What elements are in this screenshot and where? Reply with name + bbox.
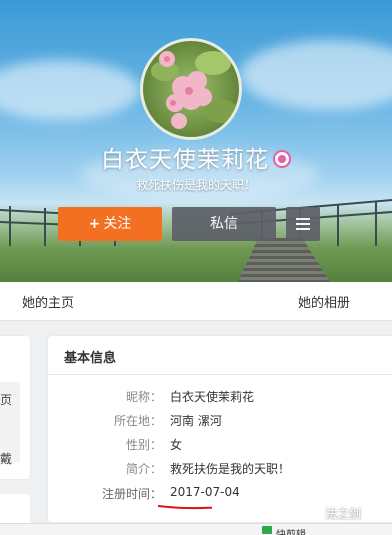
follow-label: 关注 [103, 216, 132, 232]
info-row-nickname: 昵称： 白衣天使茉莉花 [48, 388, 392, 408]
plus-icon: + [88, 216, 101, 232]
profile-motto: 救死扶伤是我的天职！ [135, 178, 256, 192]
tab-her-album[interactable]: 她的相册 [298, 292, 350, 311]
left-card-text: 戴 [0, 452, 13, 466]
info-value: 河南 漯河 [170, 414, 222, 428]
info-row-gender: 性别： 女 [48, 436, 392, 456]
basic-info-title: 基本信息 [64, 351, 117, 366]
nickname-text: 白衣天使茉莉花 [101, 147, 269, 173]
flower-avatar-image [151, 51, 237, 129]
message-button[interactable]: 私信 [172, 207, 276, 241]
info-label: 性别： [125, 438, 162, 452]
wechat-logo-icon [308, 505, 322, 519]
cloud-decoration [0, 60, 140, 120]
profile-nickname: 白衣天使茉莉花 [0, 140, 392, 174]
info-row-location: 所在地： 河南 漯河 [48, 412, 392, 432]
hamburger-menu-icon [296, 218, 310, 230]
basic-info-card: 基本信息 昵称： 白衣天使茉莉花 所在地： 河南 漯河 性别： 女 简介： 救死… [48, 336, 392, 522]
cloud-decoration [240, 40, 392, 110]
follow-button[interactable]: + 关注 [58, 207, 162, 241]
info-row-bio: 简介： 救死扶伤是我的天职！ [48, 460, 392, 480]
info-row-registration-time: 注册时间： 2017-07-04 [48, 485, 392, 505]
bottom-toolbar: 快剪辑 [0, 523, 392, 535]
tab-her-homepage[interactable]: 她的主页 [22, 292, 74, 311]
info-label: 简介： [125, 462, 162, 476]
left-side-card: 页 戴 [0, 336, 30, 479]
info-label: 昵称： [125, 390, 162, 404]
info-value: 女 [170, 438, 183, 452]
watermark-text: 法之剑 [325, 507, 362, 521]
scissors-icon [262, 526, 272, 534]
left-card-text: 页 [0, 393, 13, 407]
avatar[interactable] [140, 38, 242, 140]
info-value: 救死扶伤是我的天职！ [170, 462, 291, 476]
profile-cover: 白衣天使茉莉花 救死扶伤是我的天职！ + 关注 私信 [0, 0, 392, 282]
divider [48, 374, 392, 375]
profile-tab-bar: 她的主页 她的相册 [0, 282, 392, 321]
info-label: 所在地： [113, 414, 162, 428]
info-label: 注册时间： [101, 487, 162, 501]
red-underline-annotation [158, 505, 212, 510]
message-label: 私信 [210, 216, 238, 232]
more-menu-button[interactable] [286, 207, 320, 241]
info-value: 白衣天使茉莉花 [170, 390, 255, 404]
verified-badge-icon [273, 149, 291, 168]
